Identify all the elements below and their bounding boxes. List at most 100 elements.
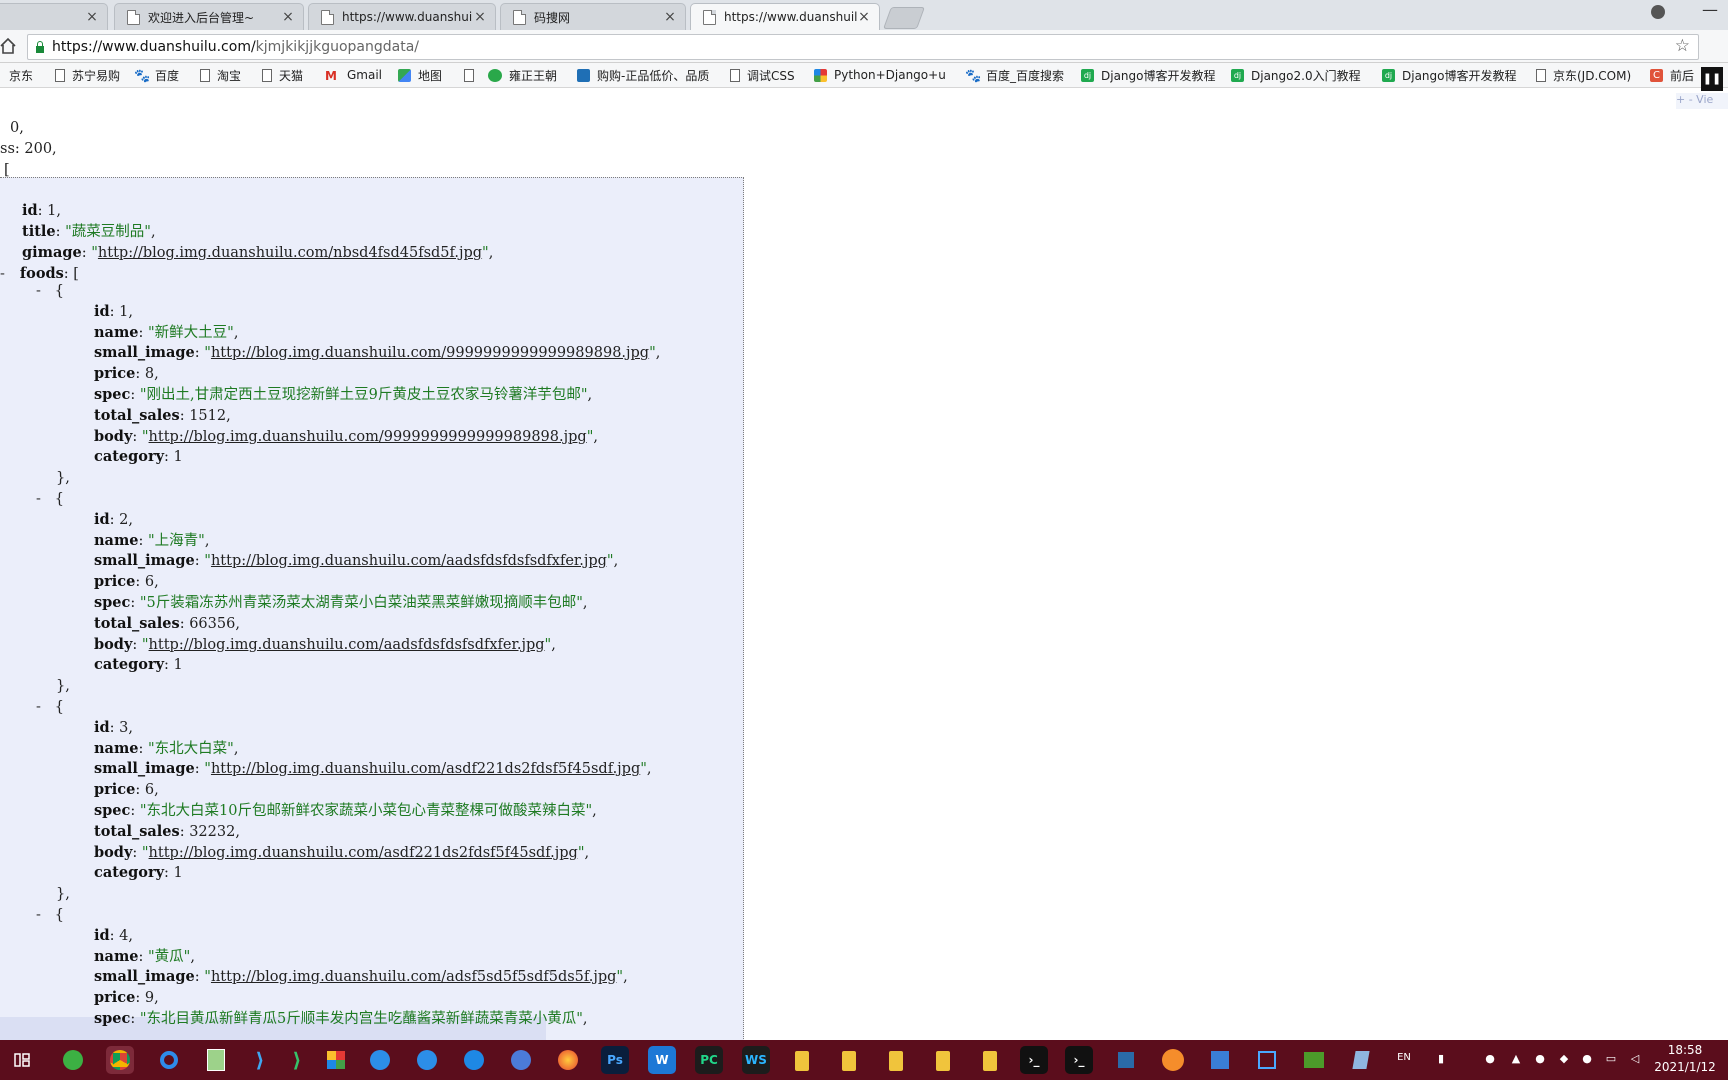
task-view-icon[interactable] [8,1046,36,1074]
url-link[interactable]: http://blog.img.duanshuilu.com/nbsd4fsd4… [98,245,482,261]
url-link[interactable]: http://blog.img.duanshuilu.com/999999999… [211,345,649,361]
profile-icon[interactable] [1651,5,1665,19]
url-link[interactable]: http://blog.img.duanshuilu.com/999999999… [149,429,587,445]
blue-app-icon[interactable] [1206,1046,1234,1074]
tab-duanshuilu-active[interactable]: https://www.duanshuil × [690,3,880,30]
json-line: category: 1 [94,864,183,881]
wps-icon[interactable]: W [648,1046,676,1074]
terminal-icon[interactable]: ›_ [1065,1046,1093,1074]
new-tab-button[interactable] [882,7,926,29]
notepad-icon[interactable] [202,1046,230,1074]
json-line: id: 1, [94,303,133,320]
bookmark-blank[interactable] [464,66,481,84]
ie-icon[interactable] [413,1046,441,1074]
notification-icon[interactable]: ▲ [1509,1052,1523,1068]
home-icon[interactable] [0,37,16,55]
sogou-browser-icon[interactable] [507,1046,535,1074]
pycharm-icon[interactable]: PC [695,1046,723,1074]
close-icon[interactable]: × [85,9,99,25]
bookmark-jd-com[interactable]: 京东(JD.COM) [1536,66,1631,84]
ie-icon[interactable] [366,1046,394,1074]
green-app-icon[interactable] [1300,1046,1328,1074]
url-field[interactable]: https://www.duanshuilu.com/kjmjkikjjkguo… [27,34,1699,60]
bookmark-taobao[interactable]: 淘宝 [200,66,241,84]
tab-title: https://www.duanshuil [724,10,857,24]
folder-icon[interactable] [842,1051,856,1071]
notepad-blue-icon[interactable] [1347,1046,1375,1074]
baidu-paw-icon: 🐾 [134,68,151,84]
bookmark-django-blog-1[interactable]: dj Django博客开发教程 [1081,66,1217,84]
system-clock[interactable]: 18:58 2021/1/12 [1645,1042,1725,1076]
vscode-green-icon[interactable]: ⟩ [283,1046,311,1074]
bookmark-django-blog-2[interactable]: dj Django博客开发教程 [1382,66,1518,84]
terminal-icon[interactable]: ›_ [1020,1046,1048,1074]
bookmark-tmall[interactable]: 天猫 [262,66,303,84]
dj-icon: dj [1081,68,1094,82]
page-icon [200,68,210,82]
bookmark-maps[interactable]: 地图 [398,66,442,84]
tray-app-icon[interactable]: ◆ [1557,1052,1571,1068]
network-icon[interactable]: ▭ [1604,1052,1618,1068]
close-icon[interactable]: × [281,9,295,25]
bookmark-jd[interactable]: 京东 [9,66,33,84]
bookmark-django2-intro[interactable]: dj Django2.0入门教程 [1231,66,1367,84]
close-icon[interactable]: × [857,9,871,25]
url-link[interactable]: http://blog.img.duanshuilu.com/aadsfdsfd… [211,553,607,569]
tab-masou[interactable]: 码捜网 × [500,3,686,30]
url-link[interactable]: http://blog.img.duanshuilu.com/asdf221ds… [211,761,640,777]
bookmark-label: 前后 [1670,68,1695,83]
vscode-icon[interactable]: ⟩ [246,1046,274,1074]
star-icon[interactable]: ☆ [1675,36,1690,56]
browser-tab-strip: × 欢迎进入后台管理~ × https://www.duanshuil × 码捜… [0,0,1728,30]
close-icon[interactable]: × [663,9,677,25]
json-line: body: "http://blog.img.duanshuilu.com/99… [94,428,598,445]
chrome-icon[interactable] [106,1046,134,1074]
media-player-icon[interactable] [1253,1046,1281,1074]
url-link[interactable]: http://blog.img.duanshuilu.com/aadsfdsfd… [149,637,545,653]
sogou-icon[interactable] [460,1046,488,1074]
page-icon [55,68,65,82]
bookmark-label: 天猫 [279,68,304,83]
bookmark-python-django[interactable]: Python+Django+u [814,66,949,84]
qq-browser-icon[interactable] [155,1046,183,1074]
minimize-icon[interactable]: — [1700,0,1720,24]
url-link[interactable]: http://blog.img.duanshuilu.com/adsf5sd5f… [211,969,616,985]
firefox-icon[interactable] [554,1046,582,1074]
folder-icon[interactable] [795,1051,809,1071]
volume-icon[interactable]: ◁ [1628,1052,1642,1068]
tray-app-icon[interactable]: ● [1580,1052,1594,1068]
photoshop-icon[interactable]: Ps [601,1046,629,1074]
installer-icon[interactable] [1112,1046,1140,1074]
folder-icon[interactable] [889,1051,903,1071]
bookmark-baidu-search[interactable]: 🐾 百度_百度搜索 [965,66,1064,84]
close-icon[interactable]: × [473,9,487,25]
bookmark-label: 雍正王朝 [509,68,558,83]
orange-app-icon[interactable] [1159,1046,1187,1074]
shop-icon [577,68,590,82]
json-line: total_sales: 66356, [94,615,240,632]
bookmark-baidu[interactable]: 🐾 百度 [134,66,179,84]
bookmark-frontend[interactable]: C 前后 [1650,66,1700,84]
bookmark-gougou[interactable]: 购购-正品低价、品质 [577,66,715,84]
qihoo-browser-icon[interactable] [59,1046,87,1074]
json-line: name: "黄瓜", [94,948,195,965]
bookmark-yongzheng[interactable]: 雍正王朝 [488,66,557,84]
json-line: [ [4,162,10,178]
tab-0[interactable]: × [0,3,108,30]
tab-duanshuilu-1[interactable]: https://www.duanshuil × [308,3,496,30]
folder-icon[interactable] [936,1051,950,1071]
tab-admin[interactable]: 欢迎进入后台管理~ × [114,3,304,30]
json-line: spec: "刚出土,甘肃定西土豆现挖新鲜土豆9斤黄皮土豆农家马铃薯洋芋包邮", [94,386,593,403]
bookmark-suning[interactable]: 苏宁易购 [55,66,120,84]
microphone-icon[interactable]: ● [1483,1052,1497,1068]
webstorm-icon[interactable]: WS [742,1046,770,1074]
language-indicator[interactable]: EN [1397,1052,1411,1068]
folder-icon[interactable] [983,1051,997,1071]
battery-icon[interactable]: ▮ [1434,1052,1448,1068]
bookmark-debug-css[interactable]: 调试CSS [730,66,795,84]
tray-app-icon[interactable]: ● [1533,1052,1547,1068]
app-grid-icon[interactable] [322,1046,350,1074]
bookmark-gmail[interactable]: M Gmail [325,66,382,84]
collapse-toggle[interactable]: - [0,266,5,282]
url-link[interactable]: http://blog.img.duanshuilu.com/asdf221ds… [149,845,578,861]
